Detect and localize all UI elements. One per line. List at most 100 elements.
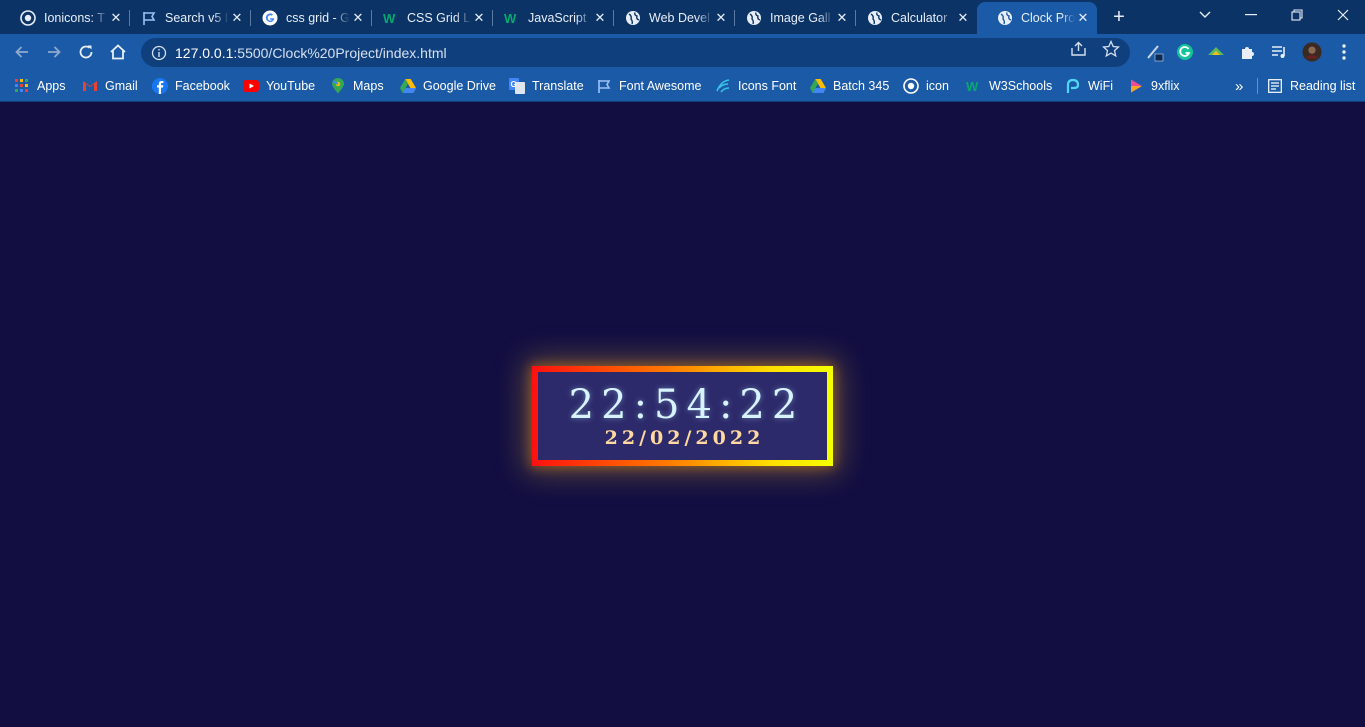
bookmark-9xflix[interactable]: 9xflix xyxy=(1128,76,1179,96)
reload-button[interactable] xyxy=(72,38,100,66)
tab-title: Clock Proj xyxy=(1021,11,1075,25)
bookmark-w3schools[interactable]: W W3Schools xyxy=(966,76,1052,96)
bookmark-maps[interactable]: Maps xyxy=(330,76,384,96)
browser-menu-icon[interactable] xyxy=(1334,42,1354,62)
grammarly-icon[interactable] xyxy=(1175,42,1195,62)
bookmark-wifi[interactable]: WiFi xyxy=(1065,76,1113,96)
tab-ionicons[interactable]: Ionicons: T ✕ xyxy=(0,2,130,34)
globe-icon xyxy=(867,10,883,26)
forward-button[interactable] xyxy=(40,38,68,66)
restore-button[interactable] xyxy=(1275,4,1319,26)
tab-css-grid-w3[interactable]: W CSS Grid L ✕ xyxy=(363,2,493,34)
bookmark-label: icon xyxy=(926,79,949,93)
tab-image-gallery[interactable]: Image Gall ✕ xyxy=(726,2,856,34)
bookmarks-overflow-button[interactable]: » xyxy=(1235,76,1243,96)
extension-pen-icon[interactable] xyxy=(1145,42,1165,62)
bookmark-label: Translate xyxy=(532,79,584,93)
address-bar[interactable]: 127.0.0.1:5500/Clock%20Project/index.htm… xyxy=(141,38,1130,67)
bookmark-star-icon[interactable] xyxy=(1102,40,1120,58)
reading-list-label: Reading list xyxy=(1290,79,1356,93)
url-path: :5500/Clock%20Project/index.html xyxy=(233,44,447,61)
bookmark-icons-font[interactable]: Icons Font xyxy=(715,76,796,96)
tab-calculator[interactable]: Calculator ✕ xyxy=(847,2,977,34)
page-content: 22:54:22 22/02/2022 xyxy=(0,102,1365,727)
globe-icon xyxy=(997,10,1013,26)
close-icon[interactable]: ✕ xyxy=(1075,10,1091,26)
globe-icon xyxy=(625,10,641,26)
google-icon xyxy=(262,10,278,26)
close-window-button[interactable] xyxy=(1321,4,1365,26)
bookmark-facebook[interactable]: Facebook xyxy=(152,76,230,96)
minimize-button[interactable] xyxy=(1229,4,1273,26)
svg-text:W: W xyxy=(383,11,396,26)
forward-arrow-icon xyxy=(48,46,61,58)
flag-icon xyxy=(596,78,612,94)
home-button[interactable] xyxy=(104,38,132,66)
tab-title: Search v5 I xyxy=(165,11,229,25)
tab-title: JavaScript xyxy=(528,11,587,25)
clock-display: 22:54:22 22/02/2022 xyxy=(538,372,827,460)
tab-title: css grid - G xyxy=(286,11,350,25)
bookmarks-bar: Apps Gmail Facebook YouTube Maps Google … xyxy=(0,70,1365,102)
tab-strip: Ionicons: T ✕ Search v5 I ✕ css grid - G… xyxy=(0,0,1365,34)
apps-grid-icon xyxy=(14,78,30,94)
play-icon xyxy=(1128,78,1144,94)
tab-clock-project[interactable]: Clock Proj ✕ xyxy=(977,2,1097,34)
w3schools-icon: W xyxy=(383,10,399,26)
bookmark-label: 9xflix xyxy=(1151,79,1180,93)
new-tab-button[interactable]: + xyxy=(1108,6,1130,28)
w3schools-icon: W xyxy=(504,10,520,26)
bookmark-label: Gmail xyxy=(105,79,138,93)
bookmark-icon[interactable]: icon xyxy=(903,76,949,96)
w3schools-icon: W xyxy=(966,78,982,94)
flag-icon xyxy=(141,10,157,26)
extension-map-icon[interactable] xyxy=(1206,42,1226,62)
clock-time: 22:54:22 xyxy=(568,382,805,428)
ionicons-icon xyxy=(903,78,919,94)
gmail-icon xyxy=(82,78,98,94)
extensions-puzzle-icon[interactable] xyxy=(1238,42,1258,62)
bookmark-apps[interactable]: Apps xyxy=(14,76,66,96)
tab-search-v5[interactable]: Search v5 I ✕ xyxy=(121,2,251,34)
site-info-icon[interactable] xyxy=(151,45,167,61)
bookmark-label: WiFi xyxy=(1088,79,1113,93)
bookmark-font-awesome[interactable]: Font Awesome xyxy=(596,76,701,96)
media-playlist-icon[interactable] xyxy=(1269,42,1289,62)
translate-icon: G xyxy=(509,78,525,94)
reading-list-button[interactable]: Reading list xyxy=(1267,76,1355,96)
tab-web-devel[interactable]: Web Devel ✕ xyxy=(605,2,735,34)
google-drive-icon xyxy=(810,78,826,94)
bookmark-label: Google Drive xyxy=(423,79,496,93)
clock-date: 22/02/2022 xyxy=(604,427,765,449)
svg-text:G: G xyxy=(511,80,517,89)
back-button[interactable] xyxy=(8,38,36,66)
ionicons-icon xyxy=(20,10,36,26)
home-icon xyxy=(110,44,126,60)
share-icon[interactable] xyxy=(1070,40,1088,58)
bookmark-label: W3Schools xyxy=(989,79,1053,93)
bookmark-youtube[interactable]: YouTube xyxy=(243,76,315,96)
browser-toolbar: 127.0.0.1:5500/Clock%20Project/index.htm… xyxy=(0,34,1365,70)
youtube-icon xyxy=(243,78,259,94)
bookmark-batch-345[interactable]: Batch 345 xyxy=(810,76,889,96)
tab-javascript[interactable]: W JavaScript ✕ xyxy=(484,2,614,34)
reading-list-icon xyxy=(1267,78,1283,94)
url-text: 127.0.0.1:5500/Clock%20Project/index.htm… xyxy=(175,45,447,61)
bookmark-gmail[interactable]: Gmail xyxy=(82,76,138,96)
bookmark-translate[interactable]: G Translate xyxy=(509,76,584,96)
svg-text:W: W xyxy=(504,11,517,26)
bookmark-google-drive[interactable]: Google Drive xyxy=(400,76,496,96)
avatar[interactable] xyxy=(1302,42,1322,62)
tab-css-grid-google[interactable]: css grid - G ✕ xyxy=(242,2,372,34)
tab-title: CSS Grid L xyxy=(407,11,471,25)
google-drive-icon xyxy=(400,78,416,94)
bookmark-label: Maps xyxy=(353,79,384,93)
svg-text:W: W xyxy=(966,79,979,94)
close-icon[interactable]: ✕ xyxy=(955,10,971,26)
bookmark-label: Font Awesome xyxy=(619,79,702,93)
tab-title: Calculator xyxy=(891,11,948,25)
tab-title: Ionicons: T xyxy=(44,11,105,25)
tab-search-chevron-icon[interactable] xyxy=(1183,4,1227,26)
bookmark-label: Batch 345 xyxy=(833,79,890,93)
clock-frame: 22:54:22 22/02/2022 xyxy=(532,366,833,466)
